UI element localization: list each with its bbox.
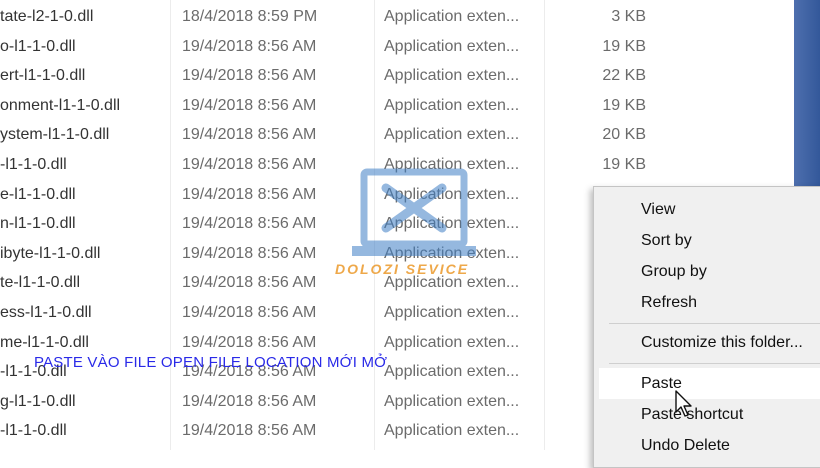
- file-type: Application exten...: [384, 8, 520, 25]
- context-menu: View Sort by Group by Refresh Customize …: [593, 186, 820, 468]
- file-date-modified: 19/4/2018 8:56 AM: [182, 215, 317, 233]
- file-size: 19 KB: [602, 37, 646, 55]
- menu-hover-highlight: [599, 368, 820, 399]
- file-name: ert-l1-1-0.dll: [0, 67, 86, 85]
- menu-item-customize-folder[interactable]: Customize this folder...: [641, 334, 803, 352]
- file-date-modified: 19/4/2018 8:56 AM: [182, 333, 317, 351]
- watermark-brand: DOLOZI SEVICE: [335, 261, 470, 277]
- file-date-modified: 19/4/2018 8:56 AM: [182, 422, 317, 440]
- file-row[interactable]: onment-l1-1-0.dll 19/4/2018 8:56 AM Applic…: [0, 93, 820, 122]
- file-name: e-l1-1-0.dll: [0, 185, 76, 203]
- file-name: -l1-1-0.dll: [0, 156, 67, 173]
- file-type: Application exten...: [384, 392, 520, 410]
- file-row[interactable]: o-l1-1-0.dll 19/4/2018 8:56 AM Application…: [0, 34, 820, 63]
- file-type: Application exten...: [384, 333, 520, 351]
- file-name: n-l1-1-0.dll: [0, 215, 76, 233]
- menu-separator: [609, 323, 820, 324]
- file-name: tate-l2-1-0.dll: [0, 8, 94, 25]
- file-type: Application exten...: [384, 37, 520, 55]
- file-date-modified: 19/4/2018 8:56 AM: [182, 156, 317, 173]
- menu-item-undo-delete[interactable]: Undo Delete: [641, 437, 730, 455]
- file-name: ess-l1-1-0.dll: [0, 304, 92, 321]
- file-type: Application exten...: [384, 422, 520, 440]
- file-date-modified: 19/4/2018 8:56 AM: [182, 274, 317, 292]
- file-date-modified: 18/4/2018 8:59 PM: [182, 8, 318, 25]
- file-date-modified: 19/4/2018 8:56 AM: [182, 244, 317, 262]
- file-name: te-l1-1-0.dll: [0, 274, 81, 292]
- menu-item-group-by[interactable]: Group by: [641, 263, 707, 281]
- mouse-cursor-icon: [675, 390, 692, 417]
- file-row[interactable]: tate-l2-1-0.dll 18/4/2018 8:59 PM Applicat…: [0, 4, 820, 33]
- file-date-modified: 19/4/2018 8:56 AM: [182, 126, 317, 144]
- video-caption: PASTE VÀO FILE OPEN FILE LOCATION MỚI MỞ: [34, 354, 388, 371]
- file-type: Application exten...: [384, 96, 520, 114]
- file-name: g-l1-1-0.dll: [0, 392, 76, 410]
- file-date-modified: 19/4/2018 8:56 AM: [182, 304, 317, 321]
- file-size: 22 KB: [602, 67, 646, 85]
- file-name: ystem-l1-1-0.dll: [0, 126, 110, 144]
- file-name: -l1-1-0.dll: [0, 422, 67, 440]
- file-type: Application exten...: [384, 363, 520, 381]
- file-type: Application exten...: [384, 126, 520, 144]
- file-date-modified: 19/4/2018 8:56 AM: [182, 37, 317, 55]
- file-date-modified: 19/4/2018 8:56 AM: [182, 96, 317, 114]
- file-size: 3 KB: [611, 8, 646, 25]
- menu-item-refresh[interactable]: Refresh: [641, 294, 697, 312]
- menu-item-sort-by[interactable]: Sort by: [641, 232, 692, 250]
- menu-item-view[interactable]: View: [641, 201, 675, 219]
- file-size: 19 KB: [602, 156, 646, 173]
- file-type: Application exten...: [384, 67, 520, 85]
- file-row[interactable]: ert-l1-1-0.dll 19/4/2018 8:56 AM Applicati…: [0, 63, 820, 92]
- file-name: o-l1-1-0.dll: [0, 37, 76, 55]
- file-name: ibyte-l1-1-0.dll: [0, 244, 101, 262]
- file-date-modified: 19/4/2018 8:56 AM: [182, 392, 317, 410]
- file-date-modified: 19/4/2018 8:56 AM: [182, 185, 317, 203]
- file-type: Application exten...: [384, 304, 520, 321]
- menu-separator: [609, 363, 820, 364]
- file-size: 20 KB: [602, 126, 646, 144]
- file-name: me-l1-1-0.dll: [0, 333, 89, 351]
- file-date-modified: 19/4/2018 8:56 AM: [182, 67, 317, 85]
- file-name: onment-l1-1-0.dll: [0, 96, 121, 114]
- file-size: 19 KB: [602, 96, 646, 114]
- file-row[interactable]: ystem-l1-1-0.dll 19/4/2018 8:56 AM Applica…: [0, 122, 820, 151]
